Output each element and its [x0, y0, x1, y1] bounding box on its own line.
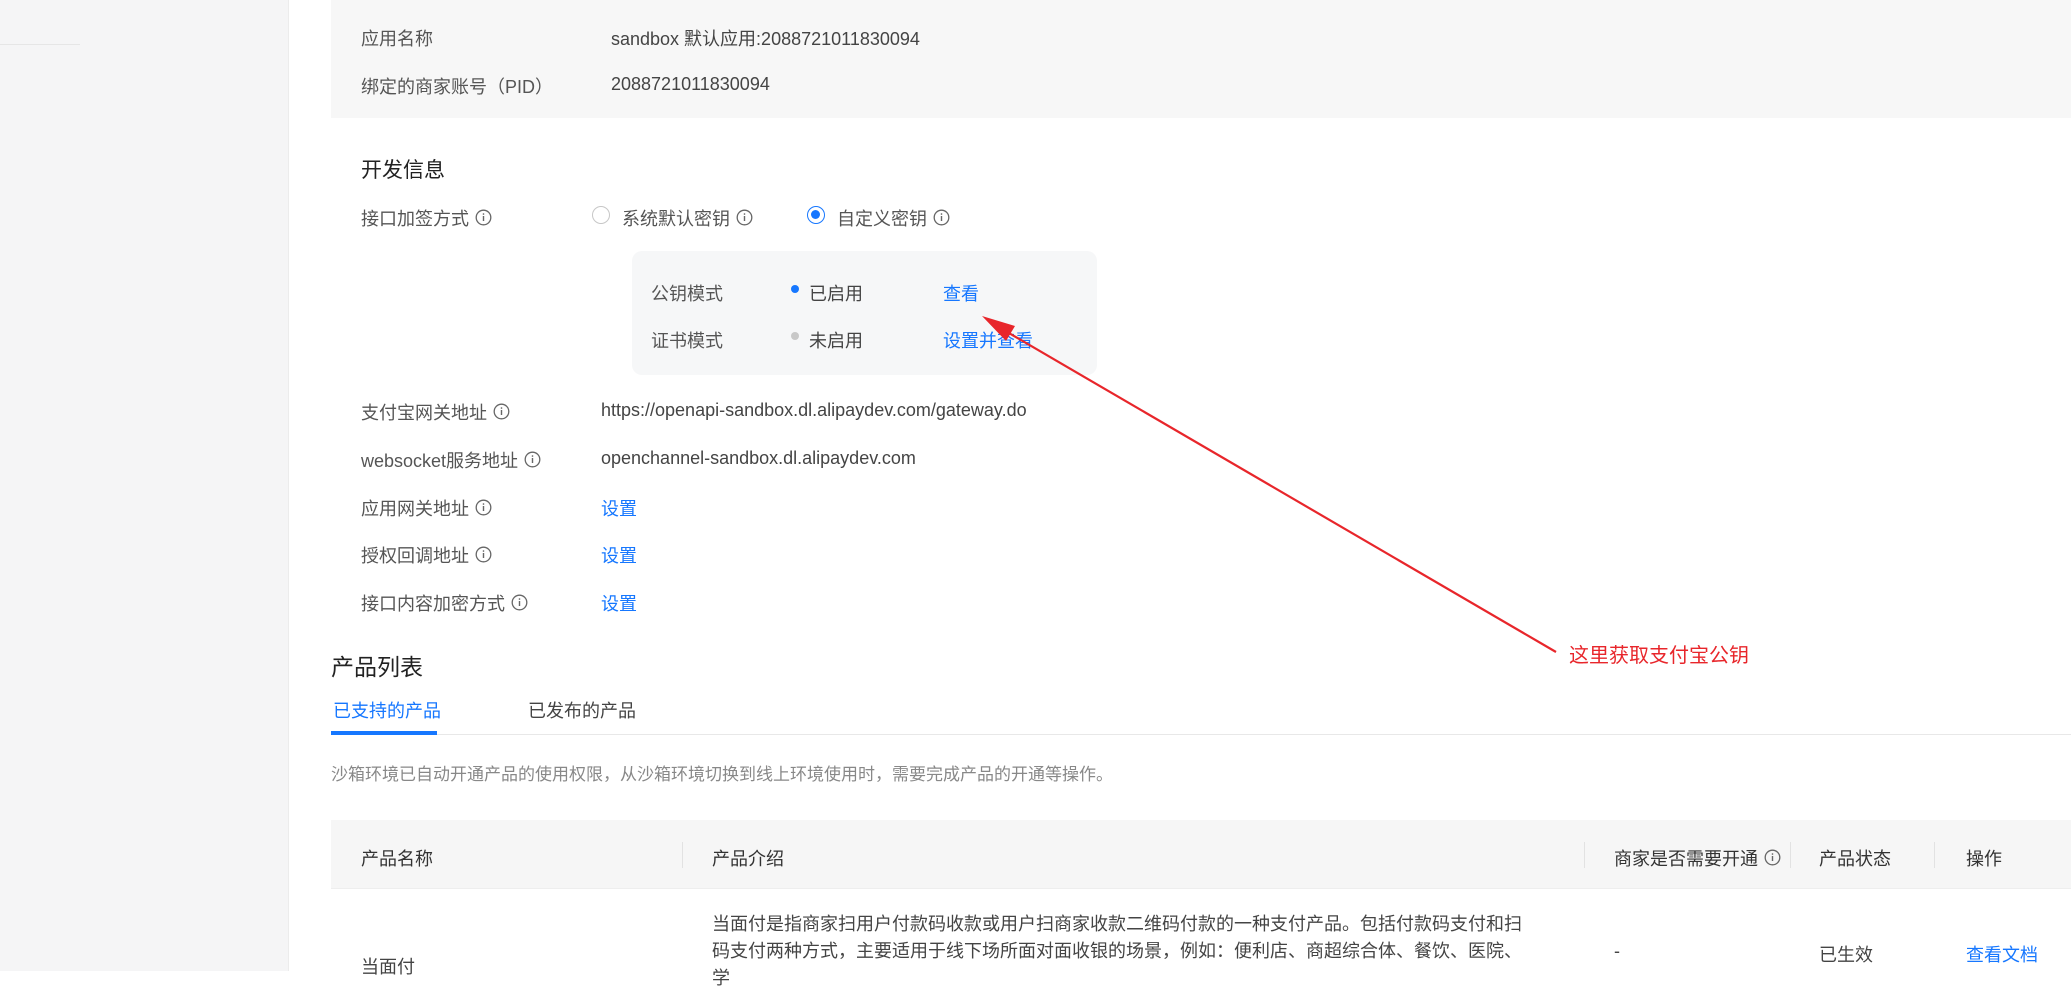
- annotation-text: 这里获取支付宝公钥: [1569, 645, 1749, 667]
- annotation-arrow: [982, 316, 1557, 653]
